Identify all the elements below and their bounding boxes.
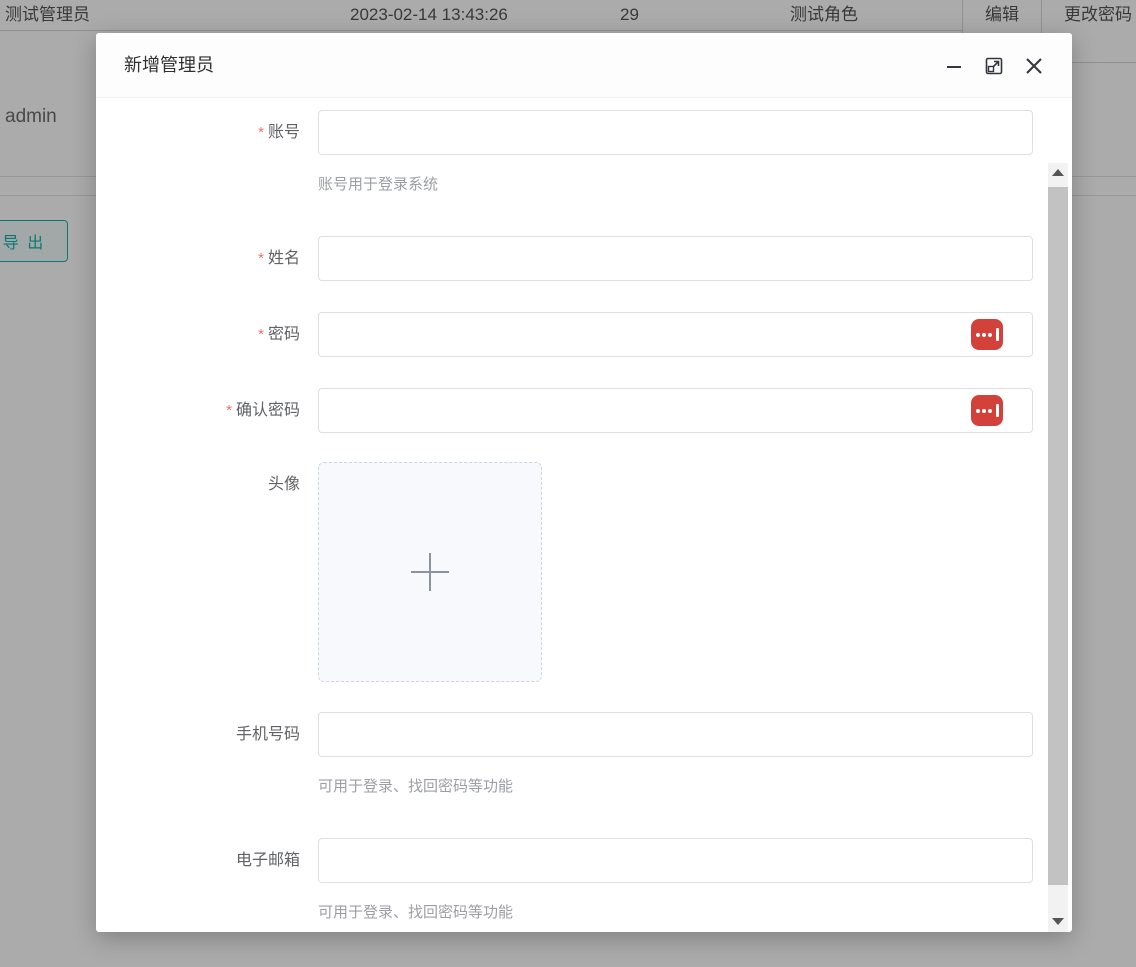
name-input[interactable] — [318, 236, 1033, 281]
required-marker: * — [258, 250, 264, 267]
avatar-uploader[interactable] — [318, 462, 542, 682]
dialog-body: *账号 账号用于登录系统 *姓名 *密码 *确认密码 头像 — [96, 98, 1072, 932]
name-label: *姓名 — [96, 236, 300, 281]
phone-input[interactable] — [318, 712, 1033, 757]
email-hint: 可用于登录、找回密码等功能 — [318, 901, 513, 922]
account-hint: 账号用于登录系统 — [318, 173, 438, 194]
plus-icon — [411, 553, 449, 591]
password-label: *密码 — [96, 312, 300, 357]
confirm-password-input[interactable] — [318, 388, 1033, 433]
required-marker: * — [226, 402, 232, 419]
scroll-up-icon[interactable] — [1048, 163, 1068, 181]
avatar-label: 头像 — [96, 462, 300, 507]
phone-hint: 可用于登录、找回密码等功能 — [318, 775, 513, 796]
email-label: 电子邮箱 — [96, 838, 300, 883]
password-manager-icon[interactable] — [971, 395, 1003, 426]
add-admin-dialog: 新增管理员 *账号 — [96, 33, 1072, 932]
required-marker: * — [258, 326, 264, 343]
maximize-icon[interactable] — [982, 54, 1006, 78]
scrollbar-thumb[interactable] — [1048, 187, 1068, 885]
account-label: *账号 — [96, 110, 300, 155]
dialog-scrollbar[interactable] — [1048, 163, 1068, 932]
scroll-down-icon[interactable] — [1048, 912, 1068, 930]
confirm-password-label: *确认密码 — [96, 388, 300, 433]
dialog-controls — [942, 33, 1046, 98]
password-manager-icon[interactable] — [971, 319, 1003, 350]
close-icon[interactable] — [1022, 54, 1046, 78]
email-input[interactable] — [318, 838, 1033, 883]
dialog-header: 新增管理员 — [96, 33, 1072, 98]
dialog-title: 新增管理员 — [124, 33, 214, 98]
minimize-icon[interactable] — [942, 54, 966, 78]
password-input[interactable] — [318, 312, 1033, 357]
account-input[interactable] — [318, 110, 1033, 155]
required-marker: * — [258, 124, 264, 141]
phone-label: 手机号码 — [96, 712, 300, 757]
